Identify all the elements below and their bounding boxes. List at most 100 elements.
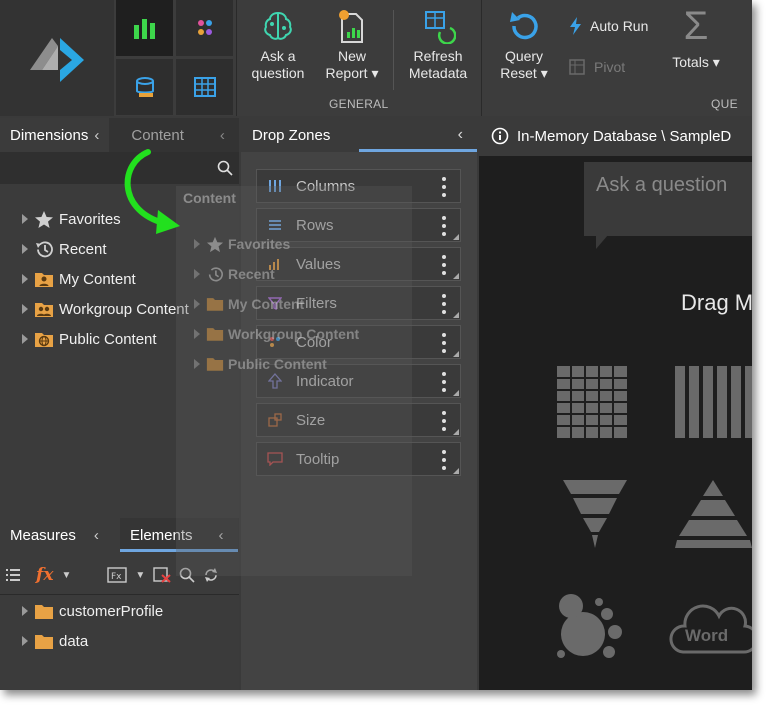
folder-icon xyxy=(35,604,53,619)
pivot-label: Pivot xyxy=(594,59,626,75)
kebab-menu-icon[interactable] xyxy=(442,216,446,236)
auto-run-button[interactable]: Auto Run xyxy=(568,16,648,36)
history-icon xyxy=(208,266,223,281)
kebab-menu-icon[interactable] xyxy=(442,294,446,314)
discover-mode-button[interactable] xyxy=(176,0,233,56)
kebab-menu-icon[interactable] xyxy=(442,255,446,275)
pyramid-chart-icon[interactable] xyxy=(675,480,752,548)
totals-button[interactable]: Σ Totals ▾ xyxy=(666,6,726,71)
user-folder-icon xyxy=(35,272,53,287)
refresh-metadata-button[interactable]: Refresh Metadata xyxy=(403,6,473,82)
expand-caret-icon[interactable] xyxy=(22,274,28,284)
general-group-label: GENERAL xyxy=(329,97,389,111)
expand-caret-icon[interactable] xyxy=(22,636,28,646)
drag-ghost-item: Public Content xyxy=(190,349,327,379)
app-window: Ask a question New Report ▾ Refresh Meta… xyxy=(0,0,752,690)
folder-icon xyxy=(35,634,53,649)
resize-corner-icon xyxy=(453,351,459,357)
refresh-metadata-label-1: Refresh xyxy=(413,48,463,64)
tree-item-label: Public Content xyxy=(59,330,157,348)
chevron-left-icon[interactable]: ‹ xyxy=(94,127,99,144)
table-chart-icon[interactable] xyxy=(557,366,627,438)
pivot-button[interactable]: Pivot xyxy=(568,58,625,76)
funnel-chart-icon[interactable] xyxy=(563,480,627,548)
formula-fx-icon[interactable]: fx xyxy=(36,565,53,585)
user-folder-icon xyxy=(206,298,224,311)
query-group-label: QUE xyxy=(711,97,738,111)
tree-item-label: data xyxy=(59,632,89,650)
delete-icon[interactable] xyxy=(153,567,171,583)
ribbon-group-query: Query Reset ▾ Auto Run Pivot Σ Totals ▾ … xyxy=(481,0,752,116)
app-logo[interactable] xyxy=(0,0,114,116)
query-reset-button[interactable]: Query Reset ▾ xyxy=(496,6,552,82)
tree-item-data[interactable]: data xyxy=(0,626,239,656)
resize-corner-icon xyxy=(453,312,459,318)
auto-run-label: Auto Run xyxy=(590,18,649,34)
reset-icon xyxy=(510,12,538,40)
kebab-menu-icon[interactable] xyxy=(442,177,446,197)
drag-ghost-item-label: Public Content xyxy=(228,356,327,372)
expand-caret-icon xyxy=(194,269,200,279)
chevron-down-icon[interactable]: ▼ xyxy=(61,570,71,581)
new-report-button[interactable]: New Report ▾ xyxy=(319,6,385,82)
ask-question-label-1: Ask a xyxy=(260,48,296,64)
drag-ghost-item: Recent xyxy=(190,259,275,289)
list-icon[interactable] xyxy=(6,568,20,582)
expand-caret-icon xyxy=(194,359,200,369)
search-icon[interactable] xyxy=(217,160,233,176)
analyze-mode-button[interactable] xyxy=(116,0,173,56)
tree-item-label: Recent xyxy=(59,240,107,258)
history-icon xyxy=(36,241,53,257)
ask-question-placeholder: Ask a question xyxy=(596,174,728,196)
ask-question-button[interactable]: Ask a question xyxy=(247,6,309,82)
bubble-chart-icon[interactable] xyxy=(555,592,625,662)
function-box-icon[interactable]: Fx xyxy=(107,567,128,583)
kebab-menu-icon[interactable] xyxy=(442,450,446,470)
ask-question-input[interactable]: Ask a question xyxy=(584,162,752,236)
expand-caret-icon[interactable] xyxy=(22,334,28,344)
expand-caret-icon[interactable] xyxy=(22,244,28,254)
drop-zones-header: Drop Zones ‹ xyxy=(241,118,477,152)
divider xyxy=(0,594,239,595)
tab-measures[interactable]: Measures ‹ xyxy=(0,518,120,552)
group-folder-icon xyxy=(35,302,53,317)
active-tab-underline xyxy=(359,149,477,152)
kebab-menu-icon[interactable] xyxy=(442,411,446,431)
kebab-menu-icon[interactable] xyxy=(442,372,446,392)
drag-ghost-item-label: Workgroup Content xyxy=(228,326,360,342)
drag-hint-text: Drag M xyxy=(681,290,752,315)
drag-ghost-item-label: My Content xyxy=(228,296,305,312)
group-folder-icon xyxy=(206,328,224,341)
expand-caret-icon xyxy=(194,329,200,339)
expand-caret-icon[interactable] xyxy=(22,606,28,616)
breadcrumb[interactable]: In-Memory Database \ SampleD xyxy=(517,128,731,145)
info-icon[interactable] xyxy=(491,127,509,145)
column-chart-icon[interactable] xyxy=(675,366,752,438)
bar-chart-icon xyxy=(133,19,155,39)
drag-ghost-item-label: Recent xyxy=(228,266,275,282)
new-report-icon xyxy=(339,10,363,43)
lightning-icon xyxy=(570,17,581,35)
expand-caret-icon[interactable] xyxy=(22,214,28,224)
report-canvas: Ask a question Drag M Word xyxy=(479,156,752,690)
grid-mode-button[interactable] xyxy=(176,59,233,115)
chevron-left-icon[interactable]: ‹ xyxy=(458,126,463,144)
data-mode-button[interactable] xyxy=(116,59,173,115)
brain-icon xyxy=(264,11,292,40)
svg-text:Fx: Fx xyxy=(111,572,122,582)
tree-item-customer-profile[interactable]: customerProfile xyxy=(0,596,239,626)
chevron-left-icon[interactable]: ‹ xyxy=(220,127,225,144)
resize-corner-icon xyxy=(453,234,459,240)
kebab-menu-icon[interactable] xyxy=(442,333,446,353)
globe-folder-icon xyxy=(35,332,53,347)
chevron-left-icon[interactable]: ‹ xyxy=(94,527,99,544)
ribbon: Ask a question New Report ▾ Refresh Meta… xyxy=(0,0,752,116)
green-arrow-icon xyxy=(124,149,180,234)
drag-ghost-item: Workgroup Content xyxy=(190,319,359,349)
resize-corner-icon xyxy=(453,390,459,396)
chevron-down-icon[interactable]: ▼ xyxy=(135,570,145,581)
expand-caret-icon[interactable] xyxy=(22,304,28,314)
tab-dimensions-label: Dimensions xyxy=(10,126,89,144)
tab-dimensions[interactable]: Dimensions ‹ xyxy=(0,118,110,152)
refresh-metadata-icon xyxy=(425,11,456,44)
